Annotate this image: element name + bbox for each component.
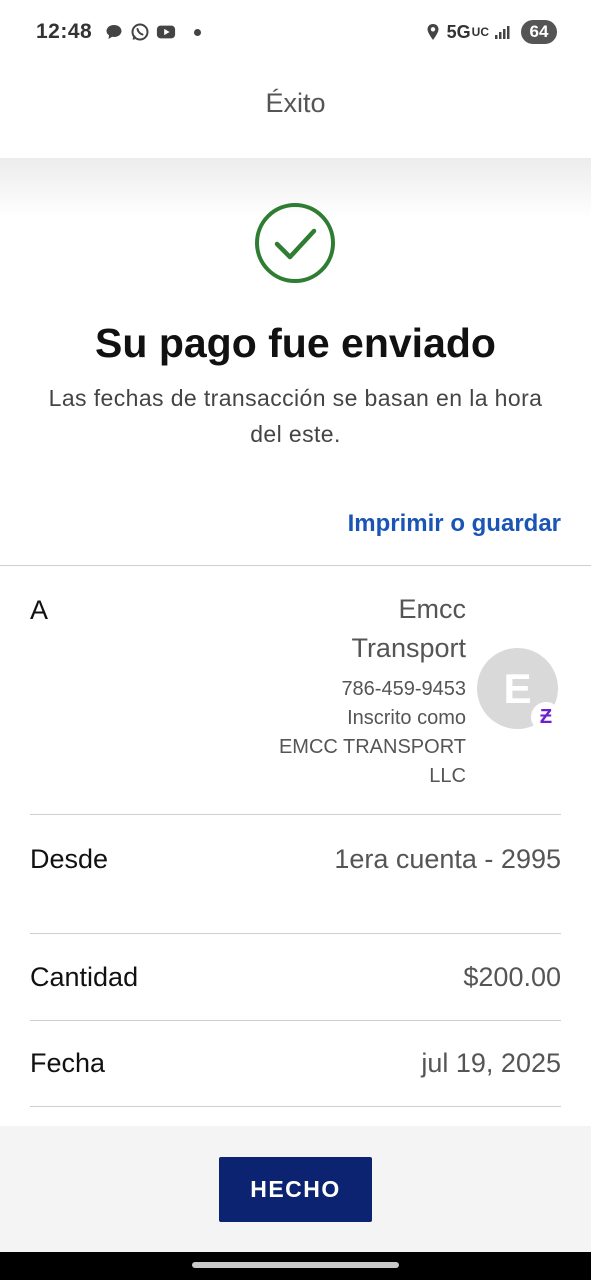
zelle-logo-icon: Ƶ: [531, 702, 561, 732]
from-account-value: 1era cuenta - 2995: [334, 844, 561, 874]
recipient-name-line1: Emcc: [398, 594, 467, 624]
notification-icons: [104, 22, 201, 42]
status-right: 5G UC 64: [423, 20, 557, 44]
notification-dot-icon: [194, 28, 201, 36]
app-header: Éxito: [0, 66, 591, 158]
page-title: Éxito: [265, 88, 326, 118]
section-divider: [0, 565, 591, 566]
home-gesture-handle[interactable]: [192, 1262, 399, 1268]
from-label: Desde: [30, 844, 109, 874]
location-icon: [423, 22, 443, 42]
date-value: jul 19, 2025: [421, 1048, 561, 1078]
to-label: A: [30, 595, 49, 625]
status-bar: 12:48 5G UC 64: [0, 0, 591, 66]
row-divider: [30, 1020, 561, 1021]
enrolled-name-line2: LLC: [429, 765, 466, 787]
row-divider: [30, 814, 561, 815]
battery-indicator: 64: [521, 20, 557, 44]
youtube-icon: [156, 22, 176, 42]
print-or-save-link[interactable]: Imprimir o guardar: [348, 510, 561, 538]
network-subtype: UC: [471, 25, 489, 39]
enrolled-name-line1: EMCC TRANSPORT: [278, 736, 466, 758]
row-divider: [30, 933, 561, 934]
chat-bubble-icon: [104, 22, 124, 42]
network-type: 5G: [446, 21, 471, 42]
whatsapp-icon: [130, 22, 150, 42]
success-title: Su pago fue enviado: [95, 320, 496, 366]
recipient-info: Emcc Transport 786-459-9453 Inscrito com…: [279, 590, 466, 791]
date-label: Fecha: [30, 1048, 106, 1078]
signal-icon: [493, 22, 513, 42]
status-time: 12:48: [36, 20, 93, 43]
check-circle-icon: [253, 201, 337, 285]
row-divider: [30, 1106, 561, 1107]
done-button[interactable]: HECHO: [219, 1157, 372, 1222]
recipient-phone: 786-459-9453: [341, 678, 466, 700]
enrolled-as-label: Inscrito como: [347, 707, 466, 729]
success-subtitle: Las fechas de transacción se basan en la…: [48, 385, 543, 447]
amount-label: Cantidad: [30, 962, 139, 992]
amount-value: $200.00: [463, 962, 561, 992]
recipient-name-line2: Transport: [351, 633, 466, 663]
